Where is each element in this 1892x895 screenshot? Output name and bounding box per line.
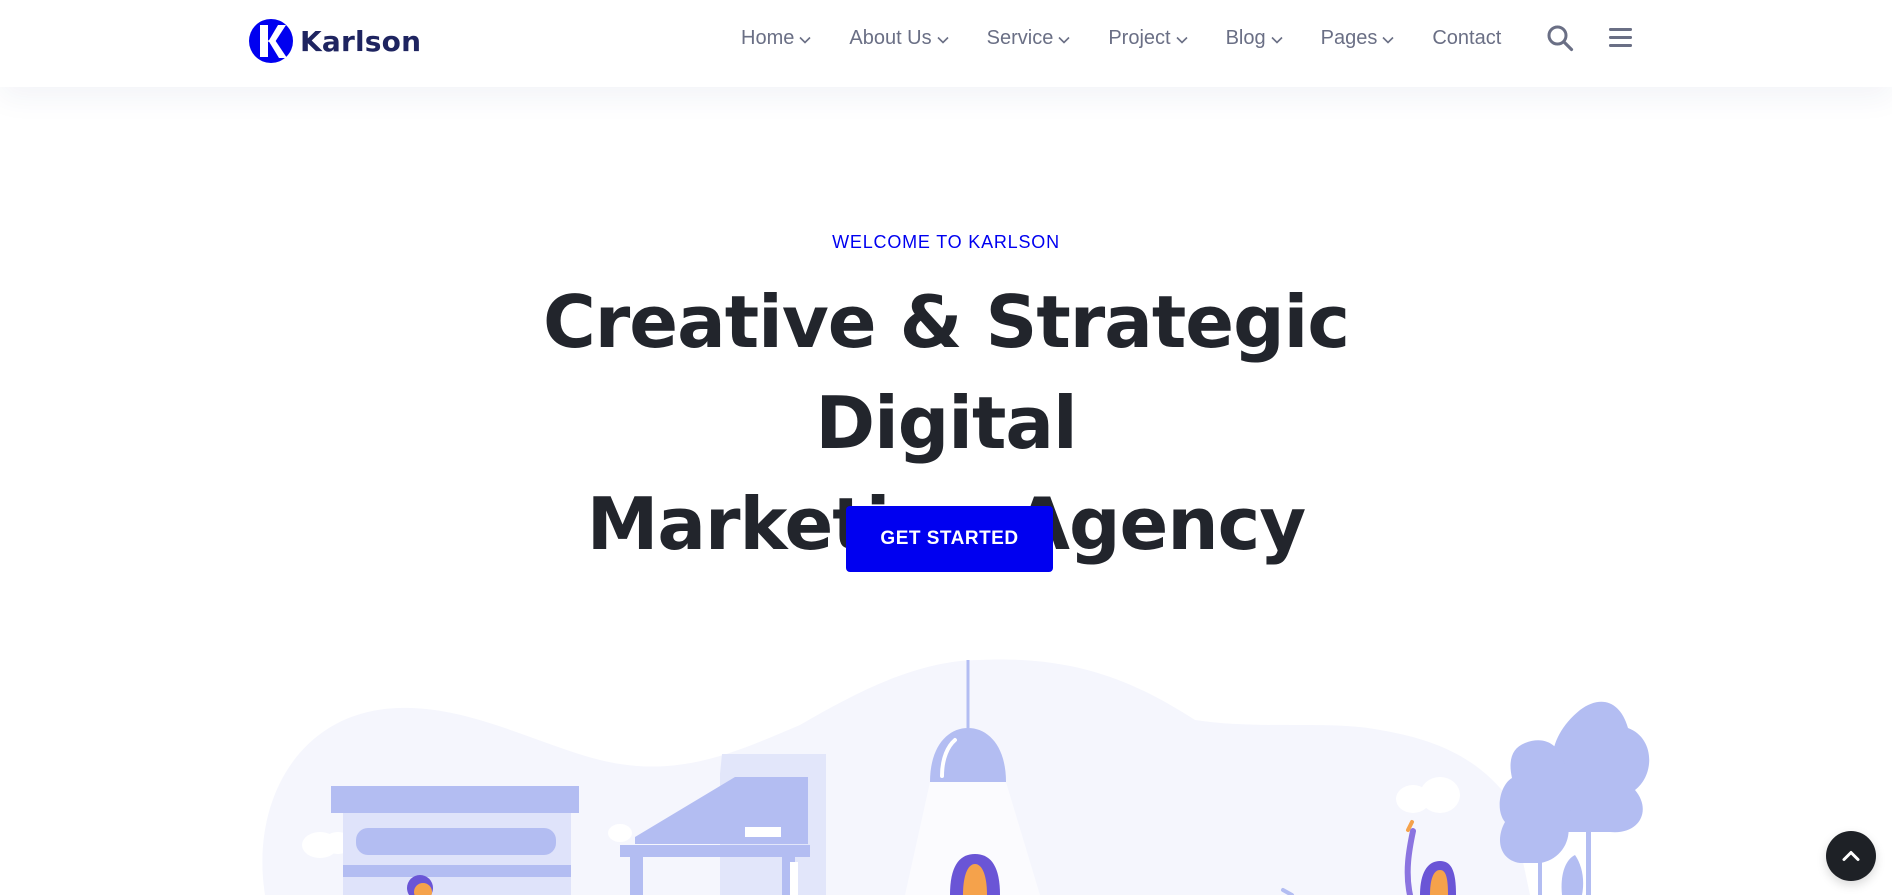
nav-item-label: Pages bbox=[1320, 26, 1378, 49]
nav-item-contact[interactable]: Contact bbox=[1432, 27, 1501, 50]
brand-name: Karlson bbox=[300, 24, 422, 58]
nav-item-label: About Us bbox=[849, 26, 932, 49]
brand-logo[interactable]: Karlson bbox=[248, 18, 421, 64]
hero-title-line-1: Creative & Strategic Digital bbox=[542, 280, 1350, 465]
hero-eyebrow: WELCOME TO KARLSON bbox=[832, 232, 1060, 252]
search-button[interactable] bbox=[1546, 24, 1574, 52]
site-header: Karlson Home About Us Service Project Bl… bbox=[0, 0, 1892, 87]
page: Karlson Home About Us Service Project Bl… bbox=[0, 0, 1892, 895]
nav-item-label: Project bbox=[1108, 26, 1171, 49]
main-nav: Home About Us Service Project Blog Pages bbox=[741, 24, 1501, 52]
nav-item-label: Contact bbox=[1432, 26, 1502, 49]
nav-item-label: Blog bbox=[1225, 26, 1266, 49]
hamburger-menu-icon bbox=[1609, 28, 1632, 47]
nav-item-label: Home bbox=[741, 26, 795, 49]
nav-item-blog[interactable]: Blog bbox=[1226, 27, 1283, 50]
nav-item-label: Service bbox=[986, 26, 1054, 49]
chevron-down-icon bbox=[1058, 36, 1070, 44]
nav-item-home[interactable]: Home bbox=[741, 27, 811, 50]
back-to-top-button[interactable] bbox=[1826, 831, 1876, 881]
chevron-down-icon bbox=[1176, 36, 1188, 44]
nav-item-project[interactable]: Project bbox=[1108, 26, 1188, 50]
cloud-mid bbox=[608, 824, 632, 842]
nav-item-about-us[interactable]: About Us bbox=[849, 26, 949, 50]
chevron-down-icon bbox=[1382, 36, 1394, 44]
search-icon bbox=[1547, 25, 1574, 52]
nav-item-pages[interactable]: Pages bbox=[1321, 27, 1395, 50]
chevron-up-icon bbox=[1842, 851, 1860, 861]
chevron-down-icon bbox=[937, 36, 949, 44]
get-started-button[interactable]: GET STARTED bbox=[846, 506, 1053, 572]
hero-illustration bbox=[262, 659, 1650, 895]
menu-button[interactable] bbox=[1607, 24, 1635, 52]
illustration-cabinet bbox=[331, 786, 579, 895]
karlson-logo-icon bbox=[249, 19, 293, 63]
chevron-down-icon bbox=[1271, 36, 1283, 44]
chevron-down-icon bbox=[799, 36, 811, 44]
nav-item-service[interactable]: Service bbox=[987, 27, 1071, 50]
